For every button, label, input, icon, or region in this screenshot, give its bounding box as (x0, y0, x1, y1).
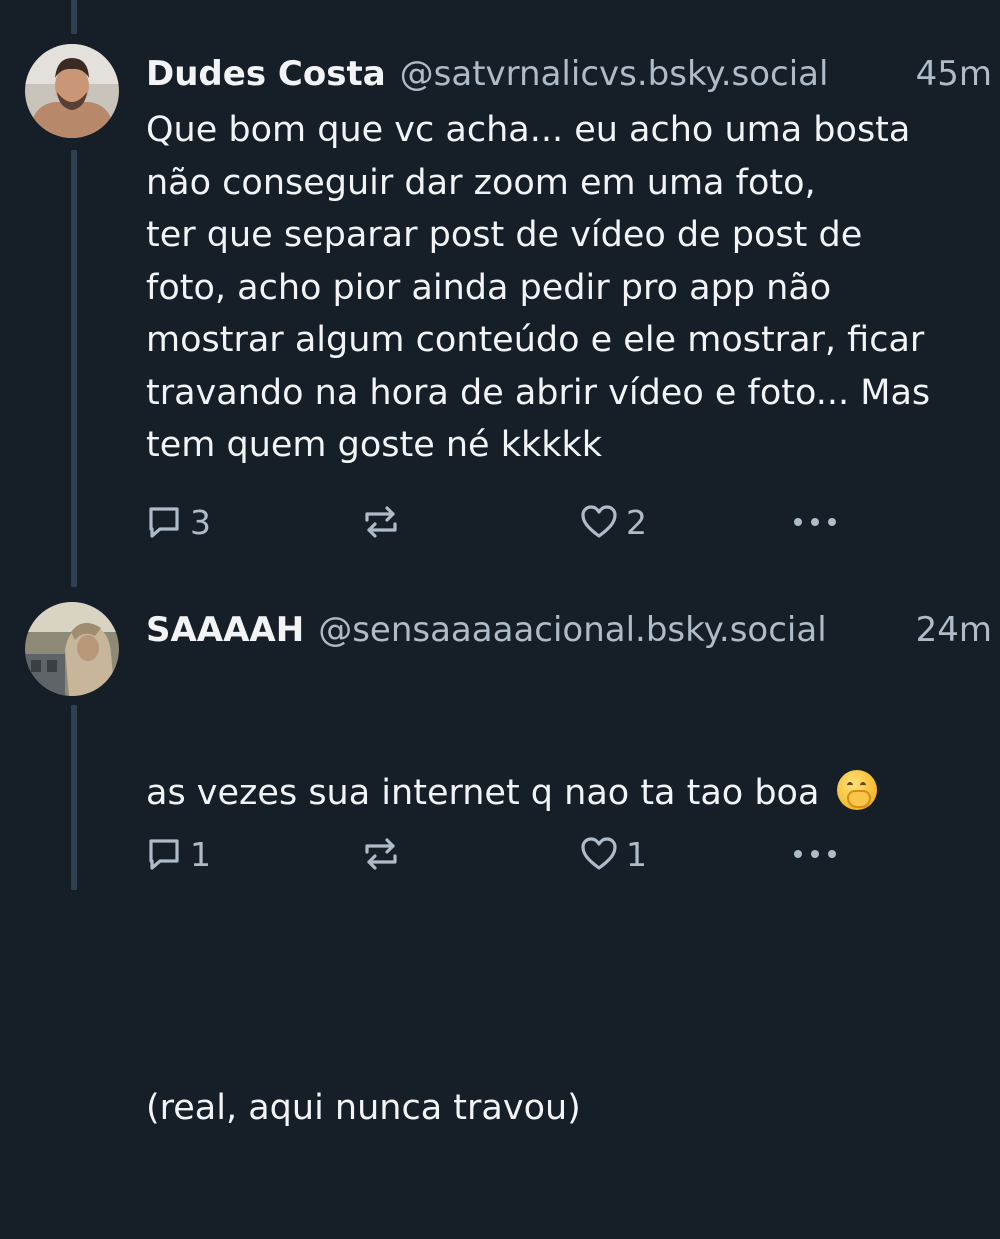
like-count: 1 (626, 834, 647, 874)
avatar[interactable] (25, 602, 119, 696)
reply-count: 3 (190, 502, 211, 542)
reply-count: 1 (190, 834, 211, 874)
repost-arrows-icon (365, 506, 397, 538)
post-dudes-costa[interactable]: Dudes Costa @satvrnalicvs.bsky.social 45… (0, 0, 1000, 590)
display-name[interactable]: Dudes Costa (146, 54, 386, 94)
reply-button[interactable]: 3 (146, 500, 211, 544)
post-saaaah[interactable]: SAAAAH @sensaaaaacional.bsky.social 24m … (0, 590, 1000, 1128)
speech-bubble-icon (149, 507, 179, 538)
timestamp[interactable]: 24m (916, 610, 992, 650)
heart-icon (581, 837, 617, 870)
speech-bubble-icon (149, 839, 179, 870)
repost-button[interactable] (361, 832, 401, 876)
handle[interactable]: @sensaaaaacional.bsky.social (318, 610, 826, 650)
more-options-button[interactable] (792, 832, 838, 876)
like-button[interactable]: 1 (580, 832, 647, 876)
reply-button[interactable]: 1 (146, 832, 211, 876)
repost-button[interactable] (361, 500, 401, 544)
timestamp[interactable]: 45m (916, 54, 992, 94)
handle[interactable]: @satvrnalicvs.bsky.social (400, 54, 829, 94)
post-header: SAAAAH @sensaaaaacional.bsky.social 24m (146, 608, 992, 652)
display-name[interactable]: SAAAAH (146, 610, 304, 650)
post-text: Que bom que vc acha... eu acho uma bosta… (146, 110, 931, 465)
like-button[interactable]: 2 (580, 500, 647, 544)
ellipsis-icon (794, 850, 836, 858)
post-text: as vezes sua internet q nao ta tao boa (… (146, 662, 986, 1239)
more-options-button[interactable] (792, 500, 838, 544)
post-text-line1: as vezes sua internet q nao ta tao boa (146, 773, 820, 813)
face-with-hand-over-mouth-emoji (836, 770, 877, 810)
repost-arrows-icon (365, 838, 397, 870)
post-text-line2: (real, aqui nunca travou) (146, 1087, 581, 1128)
heart-icon (581, 505, 617, 538)
post-header: Dudes Costa @satvrnalicvs.bsky.social 45… (146, 52, 992, 96)
ellipsis-icon (794, 518, 836, 526)
post-text-line: as vezes sua internet q nao ta tao boa (146, 767, 986, 820)
avatar[interactable] (25, 44, 119, 138)
like-count: 2 (626, 502, 647, 542)
